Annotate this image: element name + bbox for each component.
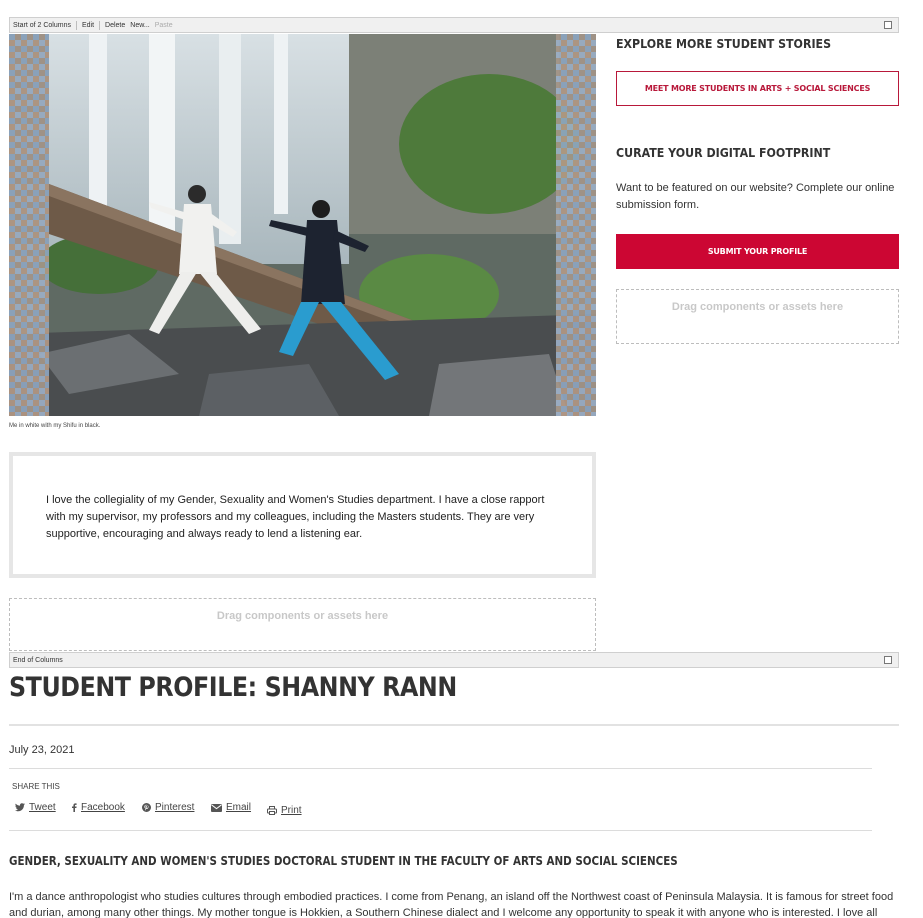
meet-more-students-button[interactable]: MEET MORE STUDENTS IN ARTS + SOCIAL SCIE… bbox=[616, 71, 899, 106]
article-subheading: GENDER, SEXUALITY AND WOMEN'S STUDIES DO… bbox=[9, 854, 678, 868]
profile-photo bbox=[9, 34, 596, 416]
toolbar-checkbox[interactable] bbox=[884, 656, 892, 664]
tweet-label: Tweet bbox=[29, 802, 56, 813]
divider bbox=[9, 724, 899, 726]
edit-button[interactable]: Edit bbox=[82, 22, 94, 29]
pinterest-link[interactable]: Pinterest bbox=[142, 802, 194, 813]
delete-button[interactable]: Delete bbox=[105, 22, 125, 29]
columns-end-label: End of Columns bbox=[13, 656, 63, 664]
curate-text: Want to be featured on our website? Comp… bbox=[616, 182, 895, 211]
facebook-icon bbox=[72, 803, 77, 812]
pinterest-label: Pinterest bbox=[155, 802, 195, 813]
divider bbox=[9, 768, 872, 769]
envelope-icon bbox=[211, 803, 222, 812]
facebook-link[interactable]: Facebook bbox=[71, 802, 125, 813]
paste-button[interactable]: Paste bbox=[155, 22, 173, 29]
quote-text: I love the collegiality of my Gender, Se… bbox=[46, 494, 545, 540]
drop-zone-right[interactable]: Drag components or assets here bbox=[616, 289, 899, 344]
twitter-icon bbox=[15, 803, 25, 812]
columns-end-toolbar: End of Columns bbox=[9, 652, 899, 668]
article-body: I'm a dance anthropologist who studies c… bbox=[9, 891, 894, 918]
print-label: Print bbox=[281, 805, 302, 816]
toolbar-checkbox[interactable] bbox=[884, 21, 892, 29]
quote-box: I love the collegiality of my Gender, Se… bbox=[9, 452, 596, 578]
tweet-link[interactable]: Tweet bbox=[15, 802, 56, 813]
publish-date: July 23, 2021 bbox=[9, 744, 75, 756]
toolbar-divider bbox=[75, 20, 77, 30]
print-link[interactable]: Print bbox=[267, 805, 302, 816]
facebook-label: Facebook bbox=[81, 802, 125, 813]
columns-start-label: Start of 2 Columns bbox=[13, 21, 71, 29]
toolbar-divider bbox=[99, 20, 101, 30]
curate-heading: CURATE YOUR DIGITAL FOOTPRINT bbox=[616, 146, 831, 160]
explore-heading: EXPLORE MORE STUDENT STORIES bbox=[616, 37, 832, 51]
email-label: Email bbox=[226, 802, 252, 813]
share-label: SHARE THIS bbox=[12, 782, 60, 791]
printer-icon bbox=[267, 806, 277, 815]
photo-caption: Me in white with my Shifu in black. bbox=[9, 423, 101, 429]
page-title: STUDENT PROFILE: SHANNY RANN bbox=[9, 672, 457, 703]
columns-start-toolbar: Start of 2 Columns Edit Delete New... Pa… bbox=[9, 17, 899, 33]
new-button[interactable]: New... bbox=[130, 22, 149, 29]
divider bbox=[9, 830, 872, 831]
drop-zone-left[interactable]: Drag components or assets here bbox=[9, 598, 596, 651]
submit-profile-button[interactable]: SUBMIT YOUR PROFILE bbox=[616, 234, 899, 269]
pinterest-icon bbox=[142, 803, 151, 812]
email-link[interactable]: Email bbox=[211, 802, 251, 813]
